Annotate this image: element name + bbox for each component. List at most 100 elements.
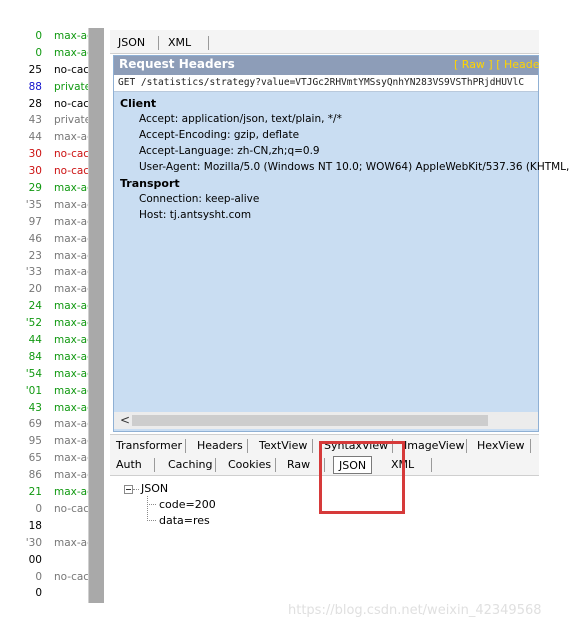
session-row[interactable]: 18 bbox=[0, 518, 88, 535]
session-row[interactable]: 0 bbox=[0, 585, 88, 602]
session-row[interactable]: 0 no-cac bbox=[0, 501, 88, 518]
tab-auth[interactable]: Auth bbox=[116, 456, 142, 474]
tab-headers[interactable]: Headers bbox=[197, 437, 243, 455]
session-row[interactable]: '35 max-ag bbox=[0, 197, 88, 214]
tree-node-root[interactable]: JSON bbox=[141, 482, 168, 495]
group-client: Client bbox=[120, 97, 157, 110]
session-caching: max-ag bbox=[54, 435, 88, 448]
tab-imageview[interactable]: ImageView bbox=[404, 437, 465, 455]
request-tab-xml[interactable]: XML bbox=[162, 34, 197, 52]
session-caching: max-ag bbox=[54, 452, 88, 465]
request-line: GET /statistics/strategy?value=VTJGc2RHV… bbox=[114, 75, 538, 92]
collapse-icon[interactable] bbox=[124, 485, 133, 494]
session-id: 95 bbox=[28, 435, 42, 448]
scrollbar-thumb[interactable] bbox=[132, 415, 488, 426]
tab-transformer[interactable]: Transformer bbox=[116, 437, 182, 455]
session-row[interactable]: 44 max-ag bbox=[0, 332, 88, 349]
session-row[interactable]: '52 max-ag bbox=[0, 315, 88, 332]
session-row[interactable]: '01 max-ag bbox=[0, 383, 88, 400]
scroll-left-arrow-icon[interactable]: < bbox=[120, 413, 130, 427]
session-list[interactable]: 0 max-ag 0 max-ag 25 no-cac 88 private 28 no-cac 4… bbox=[0, 28, 88, 608]
session-row[interactable]: 28 no-cac bbox=[0, 96, 88, 113]
session-id: 29 bbox=[28, 182, 42, 195]
session-row[interactable]: 86 max-ag bbox=[0, 467, 88, 484]
session-caching: max-ag bbox=[54, 486, 88, 499]
session-row[interactable]: 20 max-ag bbox=[0, 281, 88, 298]
raw-header-links[interactable]: [ Raw ] [ Heade bbox=[454, 58, 540, 71]
tree-node-code[interactable]: code=200 bbox=[159, 498, 216, 511]
session-id: 69 bbox=[28, 418, 42, 431]
session-caching: no-cac bbox=[54, 570, 88, 583]
tab-divider bbox=[312, 439, 313, 453]
tree-connector bbox=[147, 520, 156, 521]
session-id: 86 bbox=[28, 469, 42, 482]
session-row[interactable]: 29 max-ag bbox=[0, 180, 88, 197]
tree-connector bbox=[147, 496, 148, 521]
tab-divider bbox=[275, 458, 276, 472]
session-row[interactable]: 25 no-cac bbox=[0, 62, 88, 79]
session-id: 43 bbox=[28, 401, 42, 414]
session-id: 28 bbox=[28, 97, 42, 110]
session-id: '52 bbox=[25, 317, 42, 330]
session-caching: max-ag bbox=[54, 283, 88, 296]
header-connection: Connection: keep-alive bbox=[139, 193, 260, 205]
session-row[interactable]: '33 max-ag bbox=[0, 264, 88, 281]
session-caching: max-ag bbox=[54, 266, 88, 279]
session-row[interactable]: 43 max-ag bbox=[0, 400, 88, 417]
session-row[interactable]: 46 max-ag bbox=[0, 231, 88, 248]
session-id: 43 bbox=[28, 114, 42, 127]
session-row[interactable]: 0 max-ag bbox=[0, 28, 88, 45]
session-row[interactable]: 30 no-cac bbox=[0, 163, 88, 180]
session-id: '30 bbox=[25, 536, 42, 549]
session-caching: no-cac bbox=[54, 165, 88, 178]
request-headers-pane: Request Headers [ Raw ] [ Heade GET /sta… bbox=[113, 55, 569, 432]
session-caching: max-ag bbox=[54, 198, 88, 211]
pane-splitter[interactable] bbox=[88, 28, 104, 603]
request-tab-json[interactable]: JSON bbox=[112, 34, 151, 52]
tab-textview[interactable]: TextView bbox=[259, 437, 307, 455]
tab-divider bbox=[466, 439, 467, 453]
session-row[interactable]: 23 max-ag bbox=[0, 248, 88, 265]
session-row[interactable]: 24 max-ag bbox=[0, 298, 88, 315]
session-id: 24 bbox=[28, 300, 42, 313]
session-caching: max-ag bbox=[54, 300, 88, 313]
tab-caching[interactable]: Caching bbox=[168, 456, 212, 474]
tab-divider bbox=[185, 439, 186, 453]
session-row[interactable]: 97 max-ag bbox=[0, 214, 88, 231]
session-caching: no-cac bbox=[54, 97, 88, 110]
tab-hexview[interactable]: HexView bbox=[477, 437, 524, 455]
tab-divider bbox=[431, 458, 432, 472]
session-caching: no-cac bbox=[54, 148, 88, 161]
session-row[interactable]: 95 max-ag bbox=[0, 433, 88, 450]
session-row[interactable]: 00 bbox=[0, 552, 88, 569]
session-row[interactable]: 43 private bbox=[0, 112, 88, 129]
session-row[interactable]: 0 max-ag bbox=[0, 45, 88, 62]
session-row[interactable]: 69 max-ag bbox=[0, 416, 88, 433]
session-row[interactable]: 30 no-cac bbox=[0, 146, 88, 163]
session-row[interactable]: 88 private bbox=[0, 79, 88, 96]
session-row[interactable]: 21 max-ag bbox=[0, 484, 88, 501]
session-id: 65 bbox=[28, 452, 42, 465]
tab-raw[interactable]: Raw bbox=[287, 456, 310, 474]
session-caching: max-ag bbox=[54, 418, 88, 431]
tree-node-data[interactable]: data=res bbox=[159, 514, 210, 527]
session-row[interactable]: '30 max-ag bbox=[0, 535, 88, 552]
session-caching: max-ag bbox=[54, 401, 88, 414]
horizontal-scrollbar[interactable]: < bbox=[114, 412, 538, 429]
tree-connector bbox=[133, 489, 139, 490]
highlight-annotation-box bbox=[319, 441, 405, 514]
session-row[interactable]: 44 max-ag bbox=[0, 129, 88, 146]
session-id: 44 bbox=[28, 131, 42, 144]
tab-divider bbox=[154, 458, 155, 472]
session-id: 30 bbox=[28, 148, 42, 161]
session-row[interactable]: 65 max-ag bbox=[0, 450, 88, 467]
session-caching: max-ag bbox=[54, 384, 88, 397]
session-caching: max-ag bbox=[54, 46, 88, 59]
session-row[interactable]: 0 no-cac bbox=[0, 569, 88, 586]
session-id: 30 bbox=[28, 165, 42, 178]
session-caching: max-ag bbox=[54, 317, 88, 330]
session-row[interactable]: 84 max-ag bbox=[0, 349, 88, 366]
header-accept: Accept: application/json, text/plain, */… bbox=[139, 113, 342, 125]
tab-cookies[interactable]: Cookies bbox=[228, 456, 271, 474]
session-row[interactable]: '54 max-ag bbox=[0, 366, 88, 383]
